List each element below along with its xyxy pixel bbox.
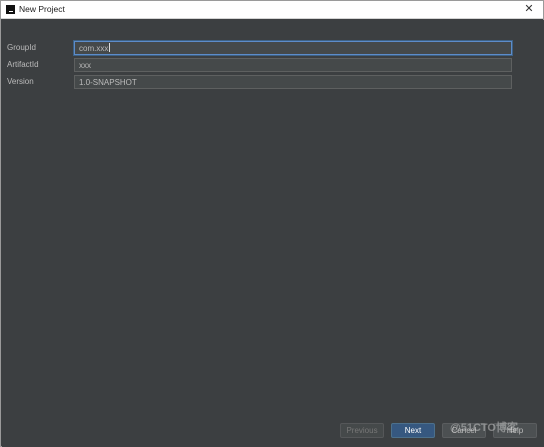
group-id-row: GroupId com.xxx (2, 41, 544, 55)
watermark: @51CTO博客 (450, 422, 518, 434)
version-row: Version 1.0-SNAPSHOT (2, 75, 544, 89)
artifact-id-value: xxx (79, 61, 91, 70)
intellij-app-icon (6, 5, 15, 14)
version-value: 1.0-SNAPSHOT (79, 78, 137, 87)
version-input[interactable]: 1.0-SNAPSHOT (74, 75, 512, 89)
previous-button[interactable]: Previous (340, 423, 384, 438)
artifact-id-input[interactable]: xxx (74, 58, 512, 72)
new-project-dialog: New Project ✕ GroupId com.xxx ArtifactId… (0, 0, 544, 447)
version-label: Version (7, 77, 34, 86)
form-panel: GroupId com.xxx ArtifactId xxx Version 1… (2, 20, 544, 420)
artifact-id-label: ArtifactId (7, 60, 39, 69)
window-title: New Project (19, 4, 65, 14)
close-icon[interactable]: ✕ (523, 3, 535, 15)
next-button[interactable]: Next (391, 423, 435, 438)
title-bar: New Project ✕ (1, 1, 543, 19)
group-id-label: GroupId (7, 43, 36, 52)
text-caret (109, 43, 111, 52)
group-id-input[interactable]: com.xxx (74, 41, 512, 55)
group-id-value: com.xxx (79, 44, 109, 53)
artifact-id-row: ArtifactId xxx (2, 58, 544, 72)
